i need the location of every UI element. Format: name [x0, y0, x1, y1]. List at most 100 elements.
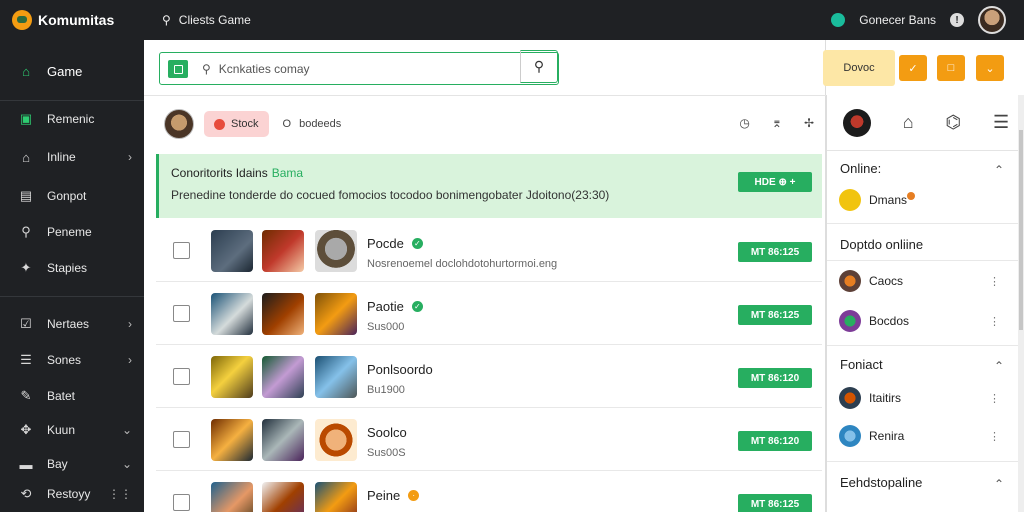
game-thumbnail	[211, 419, 253, 461]
stock-chip[interactable]: Stock	[204, 111, 269, 137]
row-title: Pocde	[367, 236, 404, 251]
device-button[interactable]: Dovoc	[823, 50, 895, 86]
row-checkbox[interactable]	[173, 305, 190, 322]
banner-button[interactable]: HDE ⊕ +	[738, 172, 812, 192]
tab-home-icon[interactable]: ⌂	[903, 112, 914, 133]
gamepad-icon: ▣	[19, 111, 33, 126]
section-title: Eehdstopaline	[840, 475, 923, 490]
avatar[interactable]	[842, 108, 871, 137]
sidebar-item-batet[interactable]: ✎ Batet	[0, 381, 144, 411]
table-row[interactable]: Ponlsoordo Bu1900 MT 86:120	[156, 346, 822, 408]
more-icon[interactable]: ⋮	[989, 275, 1000, 288]
panel-tabs: ⌂ ⌬ ☰	[827, 95, 1024, 151]
tab-menu-icon[interactable]: ☰	[993, 112, 1009, 133]
friends-panel: ⌂ ⌬ ☰ Online: ⌃ Dmans Doptdo onliine Cao…	[826, 95, 1024, 512]
scrollbar-thumb[interactable]	[1019, 130, 1023, 330]
avatar[interactable]	[978, 6, 1006, 34]
chevron-down-icon: ⌄	[121, 423, 132, 437]
chevron-up-icon[interactable]: ⌃	[994, 359, 1004, 373]
row-action-button[interactable]: MT 86:125	[738, 242, 812, 262]
avatar	[839, 387, 861, 409]
menu-icon: ☰	[20, 352, 32, 367]
checklist-icon: ☑	[20, 316, 32, 331]
quick-actions: Dovoc ✓ □ ⌄	[823, 40, 1024, 95]
list-item[interactable]: Bocdos	[839, 310, 909, 332]
sidebar-item-label: Stapies	[47, 261, 88, 275]
grid-handle-icon: ⋮⋮	[108, 487, 132, 501]
chevron-down-icon: ⌄	[121, 457, 132, 471]
row-checkbox[interactable]	[173, 368, 190, 385]
filter-row: Stock O bodeeds ◷ ⌆ ✢	[144, 96, 826, 152]
confirm-button[interactable]: ✓	[899, 55, 927, 81]
home-icon: ⌂	[22, 63, 30, 79]
puzzle-icon: ✦	[20, 260, 32, 275]
table-row[interactable]: Soolco Sus00S MT 86:120	[156, 409, 822, 471]
search-button[interactable]: ⚲	[520, 50, 558, 83]
tab-gamepad-icon[interactable]: ⌬	[945, 112, 961, 133]
list-item[interactable]: Caocs	[839, 270, 903, 292]
friend-name: Bocdos	[869, 314, 910, 328]
search-input[interactable]: ⚲ Kcnkaties comay	[159, 52, 559, 85]
app-name: Komumitas	[38, 12, 115, 28]
table-row[interactable]: Peine · MT 86:125	[156, 472, 822, 512]
status-dot-icon	[907, 192, 916, 200]
chevron-up-icon[interactable]: ⌃	[994, 163, 1004, 177]
global-search[interactable]: ⚲ Cliests Game	[162, 13, 251, 27]
sidebar-item-nertaes[interactable]: ☑ Nertaes ›	[0, 309, 144, 339]
help-icon[interactable]: !	[950, 13, 964, 27]
search-icon: ⚲	[533, 58, 545, 74]
sidebar-item-game[interactable]: ⌂ Game	[0, 56, 144, 86]
row-action-button[interactable]: MT 86:125	[738, 305, 812, 325]
banner-title: Conoritorits Idains	[171, 166, 268, 180]
chevron-right-icon: ›	[128, 353, 132, 367]
sidebar-item-peneme[interactable]: ⚲ Peneme	[0, 217, 144, 247]
pin-icon[interactable]: ⌆	[772, 116, 782, 130]
sidebar-item-inline[interactable]: ⌂ Inline ›	[0, 142, 144, 172]
filter-label: bodeeds	[299, 118, 342, 130]
avatar[interactable]	[164, 109, 194, 139]
avatar	[839, 270, 861, 292]
square-button[interactable]: □	[937, 55, 965, 81]
row-checkbox[interactable]	[173, 494, 190, 511]
logo-icon	[12, 10, 32, 30]
game-thumbnail	[262, 293, 304, 335]
user-name[interactable]: Gonecer Bans	[859, 13, 936, 27]
sidebar-item-sones[interactable]: ☰ Sones ›	[0, 345, 144, 375]
row-action-button[interactable]: MT 86:120	[738, 431, 812, 451]
sidebar-divider	[0, 100, 144, 101]
list-item[interactable]: Itaitirs	[839, 387, 901, 409]
divider	[827, 260, 1024, 261]
row-action-button[interactable]: MT 86:125	[738, 494, 812, 512]
row-checkbox[interactable]	[173, 431, 190, 448]
more-icon[interactable]: ⋮	[989, 430, 1000, 443]
table-row[interactable]: Paotie ✓ Sus000 MT 86:125	[156, 283, 822, 345]
sidebar-item-remenic[interactable]: ▣ Remenic	[0, 104, 144, 134]
settings-icon[interactable]: ✢	[804, 116, 814, 130]
more-icon[interactable]: ⋮	[989, 392, 1000, 405]
sidebar-item-label: Inline	[47, 150, 76, 164]
sidebar-item-label: Sones	[47, 353, 82, 367]
row-checkbox[interactable]	[173, 242, 190, 259]
sidebar-item-bay[interactable]: ▬ Bay ⌄	[0, 449, 144, 479]
clock-icon[interactable]: ◷	[739, 116, 749, 130]
banner-title-accent: Bama	[271, 166, 304, 180]
scrollbar[interactable]	[1018, 95, 1024, 512]
app-logo[interactable]: Komumitas	[0, 0, 144, 40]
sidebar-item-label: Batet	[47, 389, 76, 403]
dropdown-button[interactable]: ⌄	[976, 55, 1004, 81]
history-icon: ⟲	[20, 486, 32, 501]
sidebar-item-gonpot[interactable]: ▤ Gonpot	[0, 181, 144, 211]
row-action-button[interactable]: MT 86:120	[738, 368, 812, 388]
sidebar-item-restoyy[interactable]: ⟲ Restoyy ⋮⋮	[0, 479, 144, 509]
chevron-up-icon[interactable]: ⌃	[994, 477, 1004, 491]
friend-name: Dmans	[869, 193, 908, 207]
list-item[interactable]: Dmans	[839, 189, 916, 211]
sidebar-item-kuun[interactable]: ✥ Kuun ⌄	[0, 415, 144, 445]
category-icon[interactable]	[168, 59, 188, 78]
more-icon[interactable]: ⋮	[989, 315, 1000, 328]
list-item[interactable]: Renira	[839, 425, 904, 447]
sidebar-item-stapies[interactable]: ✦ Stapies	[0, 253, 144, 283]
filter-text: O bodeeds	[283, 118, 342, 130]
sidebar-item-label: Game	[47, 63, 83, 79]
table-row[interactable]: Pocde ✓ Nosrenoemel doclohdotohurtormoi.…	[156, 220, 822, 282]
